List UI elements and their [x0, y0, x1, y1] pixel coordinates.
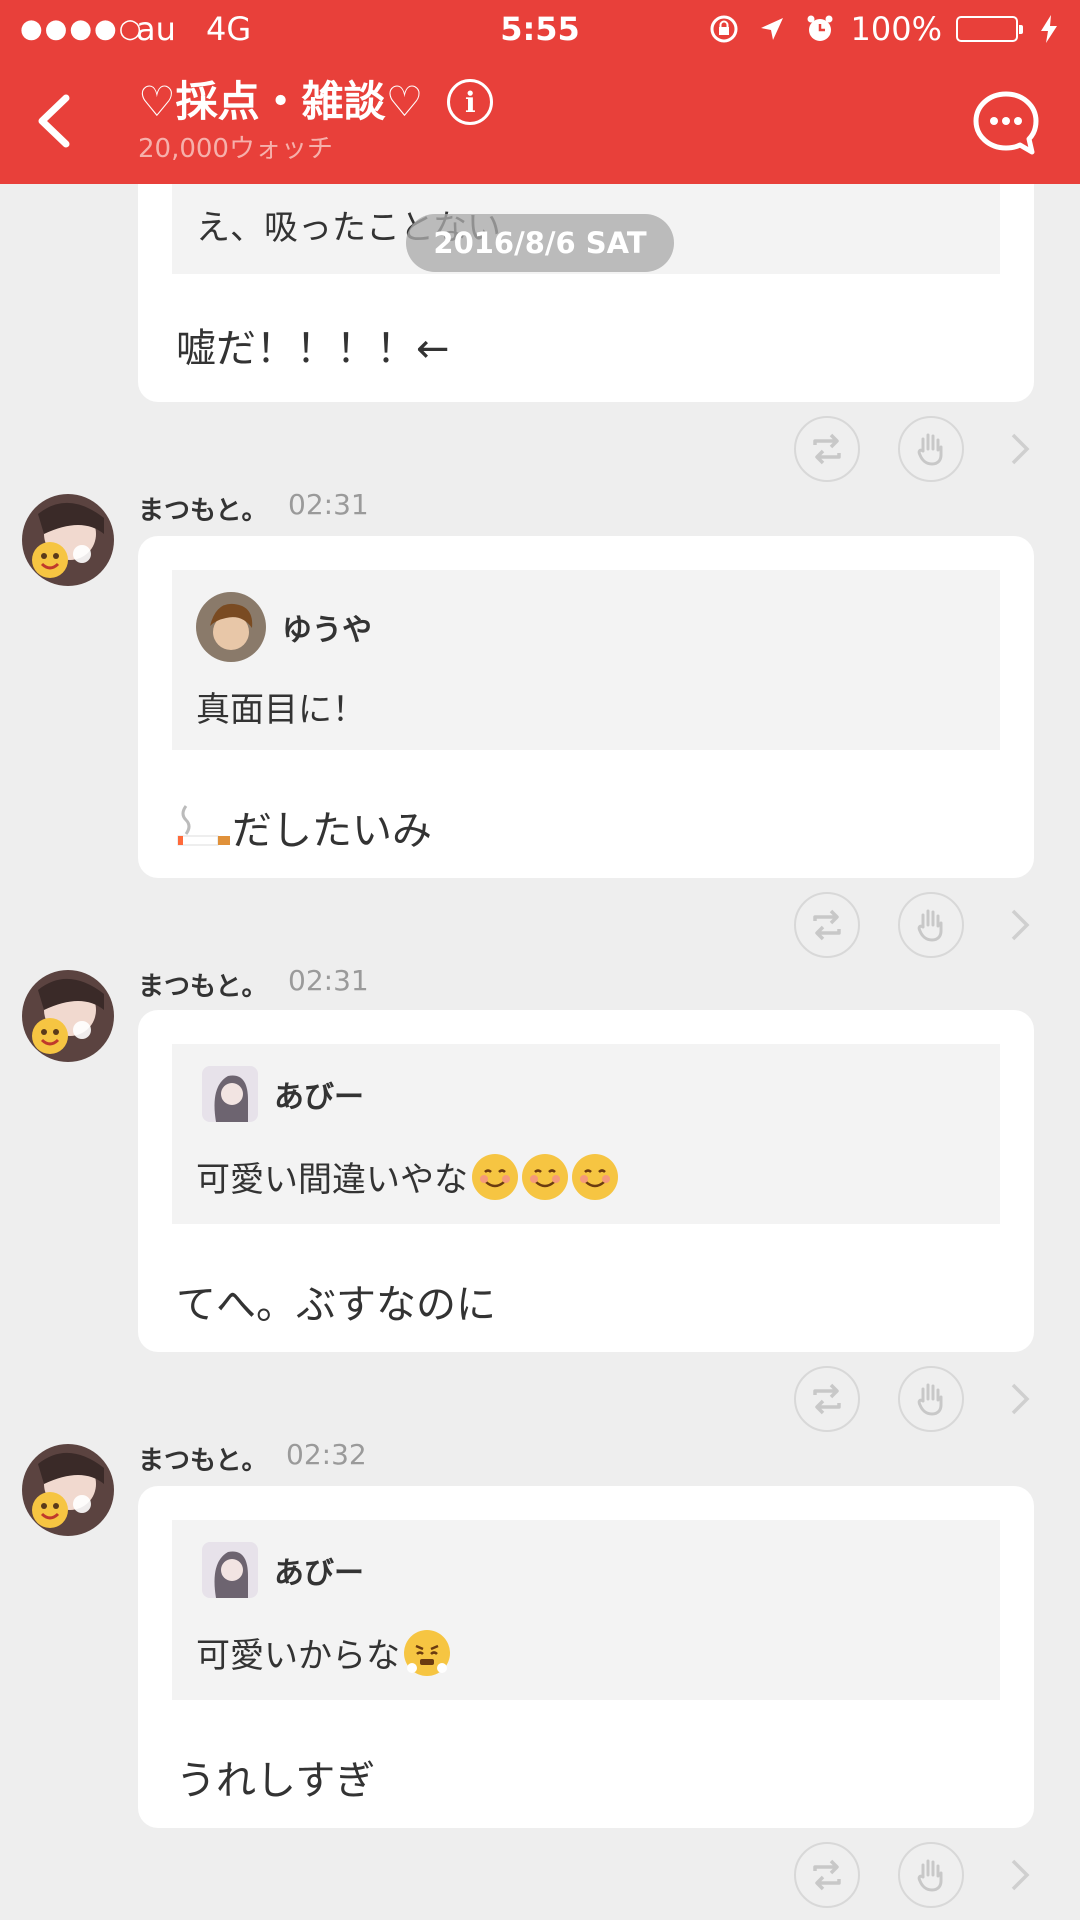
chat-timeline[interactable]: 2016/8/6 SAT え、吸ったことない 嘘だ！！！！← まつもと。 02:…	[0, 184, 1080, 1920]
repost-button[interactable]	[794, 1842, 860, 1908]
battery-percent: 100%	[850, 10, 942, 48]
rotation-lock-icon	[707, 12, 741, 46]
app-header: ●●●●○ au 4G 5:55 100% ♡採点・雑談♡ i 20,000ウォ…	[0, 0, 1080, 184]
sender-avatar[interactable]	[22, 1444, 114, 1536]
charging-bolt-icon	[1032, 12, 1066, 46]
status-bar: ●●●●○ au 4G 5:55 100%	[0, 0, 1080, 58]
quoted-message[interactable]: ゆうや 真面目に！	[172, 570, 1000, 750]
quote-author: あびー	[274, 1556, 364, 1591]
status-icons: 100%	[707, 0, 1066, 58]
message-actions	[0, 416, 1080, 486]
message-card[interactable]: あびー 可愛いからな うれしすぎ	[138, 1486, 1034, 1828]
sender-name[interactable]: まつもと。	[138, 490, 267, 527]
message-actions	[0, 1366, 1080, 1436]
location-arrow-icon	[755, 12, 789, 46]
quote-text: 可愛いからな	[196, 1636, 400, 1676]
message-text: てへ。ぶすなのに	[176, 1282, 496, 1328]
more-arrow-button[interactable]	[1000, 1366, 1040, 1432]
message-text: うれしすぎ	[176, 1758, 376, 1804]
battery-icon	[956, 16, 1023, 42]
quote-avatar	[196, 592, 266, 662]
room-title: ♡採点・雑談♡	[138, 77, 424, 126]
quoted-message[interactable]: あびー 可愛いからな	[172, 1520, 1000, 1700]
message-time: 02:32	[286, 1438, 367, 1471]
alarm-clock-icon	[803, 12, 837, 46]
message-card[interactable]: ゆうや 真面目に！ だしたいみ	[138, 536, 1034, 878]
message-time: 02:31	[288, 488, 369, 521]
message-body: だしたいみ	[176, 798, 432, 856]
hand-icon	[917, 909, 943, 942]
more-arrow-button[interactable]	[1000, 1842, 1040, 1908]
repost-icon	[813, 1859, 841, 1891]
repost-icon	[813, 433, 841, 465]
repost-button[interactable]	[794, 892, 860, 958]
nav-bar: ♡採点・雑談♡ i 20,000ウォッチ	[0, 58, 1080, 184]
smiling-face-emoji	[522, 1153, 568, 1200]
sender-avatar[interactable]	[22, 970, 114, 1062]
message-card[interactable]: あびー 可愛い間違いやな てへ。ぶすなのに	[138, 1010, 1034, 1352]
chevron-right-icon	[1011, 433, 1030, 465]
room-title-block[interactable]: ♡採点・雑談♡ i 20,000ウォッチ	[138, 74, 494, 166]
quote-body: 可愛いからな	[196, 1628, 450, 1677]
smiling-face-emoji	[572, 1153, 618, 1200]
cigarette-icon	[177, 805, 230, 846]
chat-button[interactable]	[970, 88, 1042, 160]
more-arrow-button[interactable]	[1000, 892, 1040, 958]
quote-author: ゆうや	[282, 613, 372, 648]
hand-clap-button[interactable]	[898, 1366, 964, 1432]
quote-body: 可愛い間違いやな	[196, 1152, 618, 1201]
chevron-left-icon	[38, 94, 70, 148]
chevron-right-icon	[1011, 1859, 1030, 1891]
message-actions	[0, 1842, 1080, 1912]
back-button[interactable]	[22, 86, 92, 156]
message-actions	[0, 892, 1080, 962]
hand-icon	[917, 433, 943, 466]
hand-clap-button[interactable]	[898, 892, 964, 958]
hand-icon	[917, 1383, 943, 1416]
quoted-message[interactable]: あびー 可愛い間違いやな	[172, 1044, 1000, 1224]
hand-clap-button[interactable]	[898, 1842, 964, 1908]
sender-avatar[interactable]	[22, 494, 114, 586]
date-separator: 2016/8/6 SAT	[406, 214, 674, 272]
watch-count: 20,000ウォッチ	[138, 134, 333, 164]
face-with-steam-emoji	[404, 1629, 450, 1676]
quote-text: 真面目に！	[196, 690, 366, 730]
chevron-right-icon	[1011, 1383, 1030, 1415]
message-text: 嘘だ！！！！←	[176, 326, 450, 372]
repost-icon	[813, 909, 841, 941]
chevron-right-icon	[1011, 909, 1030, 941]
more-arrow-button[interactable]	[1000, 416, 1040, 482]
quote-text: 可愛い間違いやな	[196, 1160, 468, 1200]
hand-clap-button[interactable]	[898, 416, 964, 482]
sender-name[interactable]: まつもと。	[138, 1440, 267, 1477]
hand-icon	[917, 1859, 943, 1892]
quote-author: あびー	[274, 1080, 364, 1115]
message-text: だしたいみ	[232, 808, 432, 854]
repost-button[interactable]	[794, 416, 860, 482]
sender-name[interactable]: まつもと。	[138, 966, 267, 1003]
repost-button[interactable]	[794, 1366, 860, 1432]
repost-icon	[813, 1383, 841, 1415]
speech-bubble-icon	[973, 91, 1039, 155]
quote-avatar	[202, 1066, 258, 1122]
message-time: 02:31	[288, 964, 369, 997]
info-icon[interactable]: i	[447, 79, 494, 125]
quote-avatar	[202, 1542, 258, 1598]
smiling-face-emoji	[472, 1153, 518, 1200]
